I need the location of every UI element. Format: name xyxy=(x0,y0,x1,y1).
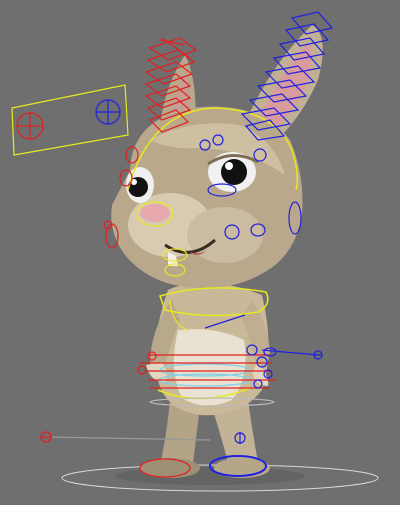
3d-viewport[interactable] xyxy=(0,0,400,505)
nose xyxy=(140,204,170,222)
rabbit-character[interactable] xyxy=(111,25,323,478)
right-eye-glint xyxy=(225,162,233,170)
right-pupil xyxy=(221,159,247,185)
viewport-canvas[interactable] xyxy=(0,0,400,505)
belly xyxy=(173,329,246,406)
